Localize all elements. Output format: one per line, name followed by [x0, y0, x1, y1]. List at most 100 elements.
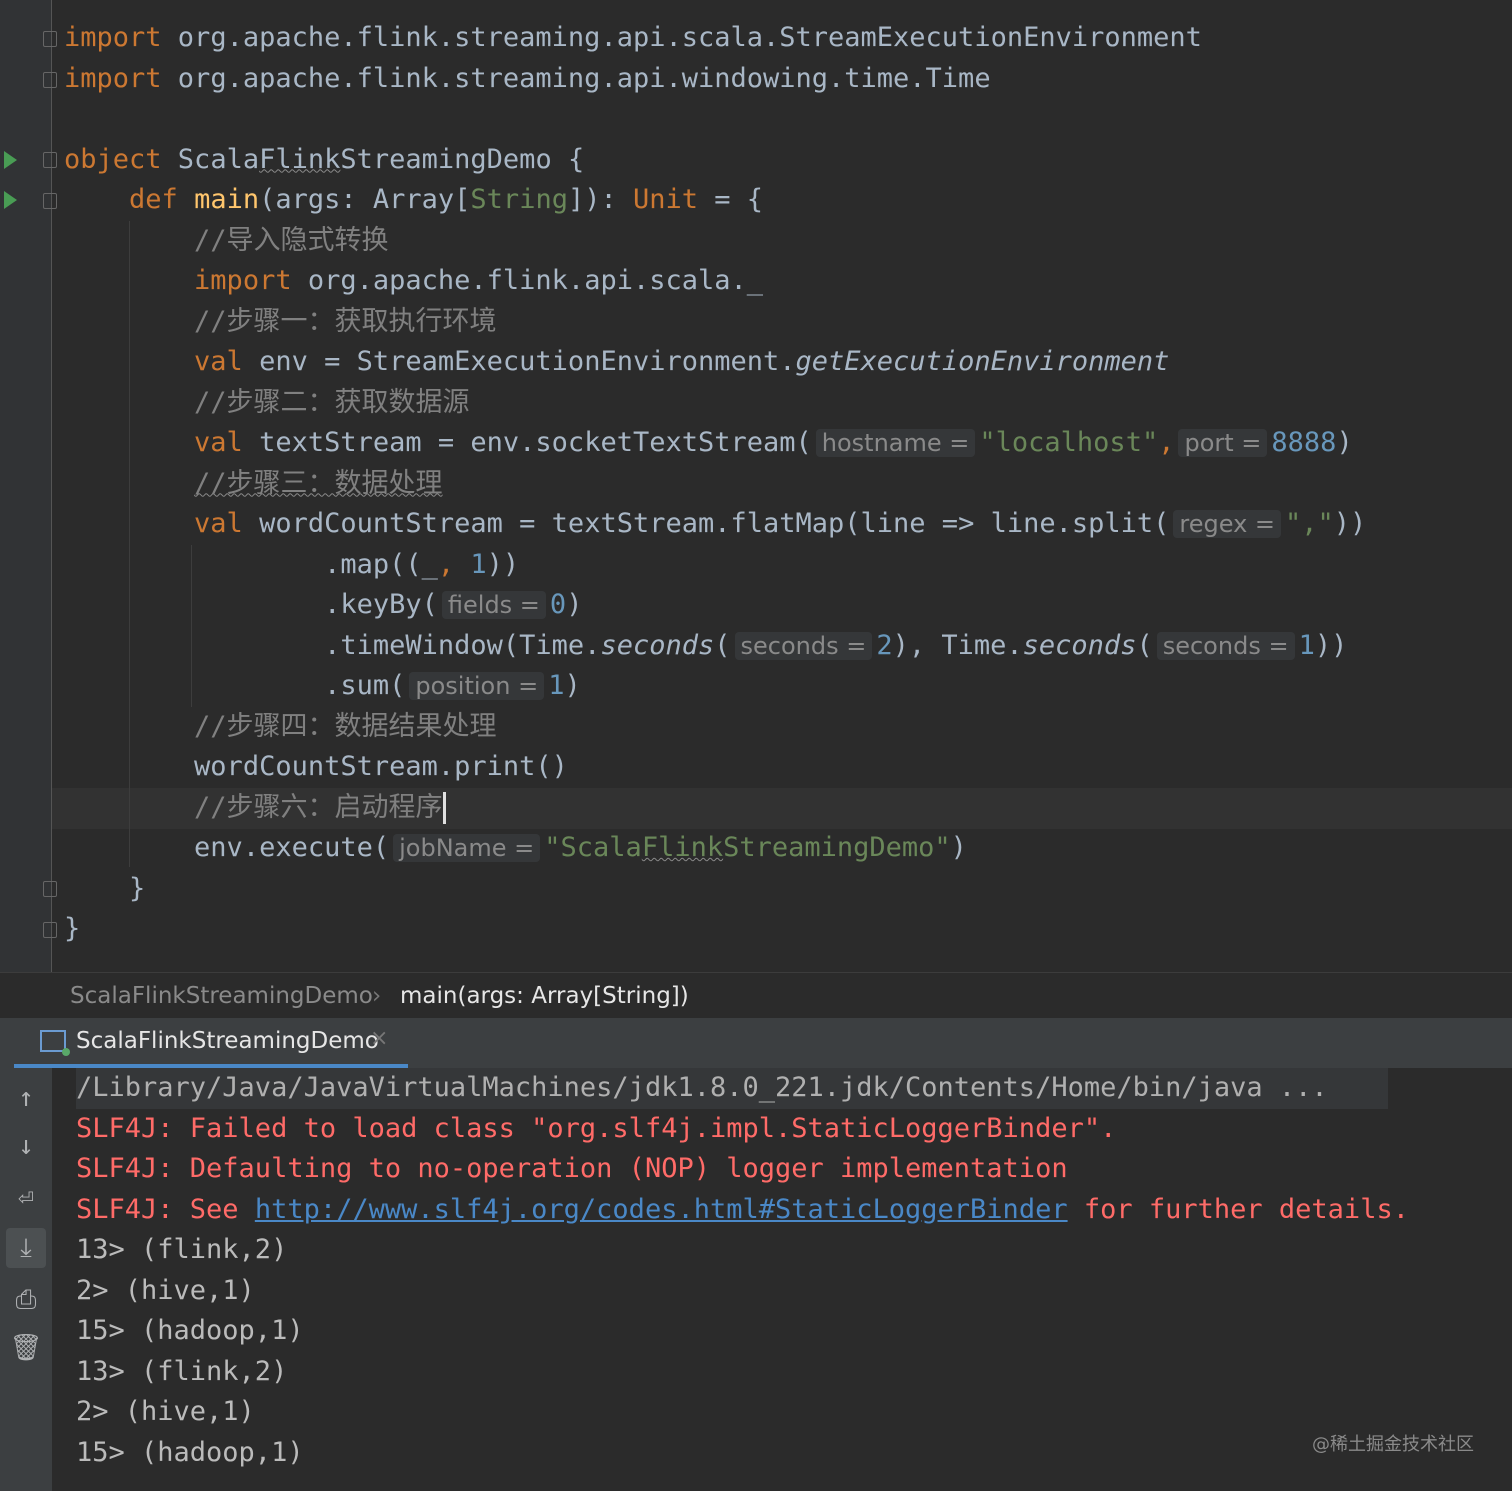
- code-line: import org.apache.flink.api.scala._: [64, 261, 1366, 302]
- code-line: //步骤一：获取执行环境: [64, 302, 1366, 343]
- number-literal: 8888: [1271, 427, 1337, 458]
- number-literal: 0: [549, 589, 567, 620]
- code-text: ): [950, 832, 967, 863]
- code-text: }: [129, 872, 146, 904]
- print-icon[interactable]: ⎙: [6, 1280, 46, 1320]
- code-text: ): [564, 670, 581, 701]
- console-error-line: SLF4J: See http://www.slf4j.org/codes.ht…: [76, 1190, 1409, 1231]
- code-text: ), Time.: [892, 629, 1023, 661]
- code-line: //步骤三：数据处理: [64, 464, 1366, 505]
- parameter-hint: regex =: [1173, 510, 1282, 538]
- code-text: (args: Array[: [259, 184, 471, 215]
- code-text: org.apache.flink.streaming.api.windowing…: [161, 62, 991, 94]
- up-arrow-icon[interactable]: ↑: [6, 1078, 46, 1118]
- comment: //步骤四：数据结果处理: [194, 710, 497, 742]
- fold-icon[interactable]: [43, 881, 57, 897]
- console-command-line[interactable]: /Library/Java/JavaVirtualMachines/jdk1.8…: [76, 1068, 1388, 1109]
- console-text: for further details.: [1067, 1193, 1409, 1225]
- console-text: SLF4J: See: [76, 1193, 255, 1225]
- breadcrumb-object[interactable]: ScalaFlinkStreamingDemo: [70, 973, 373, 1019]
- spellcheck-word: Flink: [641, 832, 724, 863]
- method-name: seconds: [1022, 629, 1137, 661]
- soft-wrap-icon[interactable]: ⏎: [6, 1178, 46, 1218]
- keyword: def: [129, 184, 178, 215]
- fold-icon[interactable]: [43, 193, 57, 209]
- code-line: .timeWindow(Time.seconds(seconds = 2), Ti…: [64, 626, 1366, 667]
- fold-icon[interactable]: [43, 152, 57, 168]
- string-literal: StreamingDemo": [723, 832, 951, 863]
- fold-icon[interactable]: [43, 922, 57, 938]
- fold-icon[interactable]: [43, 31, 57, 47]
- code-line: .map((_, 1)): [64, 545, 1366, 586]
- number-literal: 1: [470, 548, 487, 580]
- code-text: ): [566, 589, 583, 620]
- code-text: StreamingDemo: [340, 143, 552, 175]
- spellcheck-word: Flink: [259, 143, 341, 175]
- comment: //步骤三：数据处理: [194, 467, 443, 499]
- keyword: import: [64, 62, 162, 94]
- code-text: wordCountStream = textStream.flatMap(lin…: [242, 508, 1170, 539]
- code-text: .keyBy(: [324, 589, 438, 620]
- code-text: (: [1136, 629, 1153, 661]
- fold-icon[interactable]: [43, 72, 57, 88]
- close-icon[interactable]: ×: [370, 1026, 388, 1051]
- keyword: import: [194, 265, 292, 296]
- comma: ,: [437, 548, 471, 580]
- console-error-line: SLF4J: Defaulting to no-operation (NOP) …: [76, 1153, 1068, 1184]
- code-line: .keyBy(fields = 0): [64, 585, 1366, 626]
- string-literal: "localhost": [979, 427, 1159, 458]
- code-line: import org.apache.flink.streaming.api.sc…: [64, 18, 1366, 59]
- down-arrow-icon[interactable]: ↓: [6, 1126, 46, 1166]
- parameter-hint: port =: [1178, 429, 1268, 457]
- code-line: }: [64, 909, 1366, 950]
- string-literal: ",": [1285, 508, 1334, 539]
- run-main-icon[interactable]: [4, 191, 17, 209]
- code-text: env = StreamExecutionEnvironment.: [242, 346, 796, 377]
- code-line: }: [64, 869, 1366, 910]
- parameter-hint: hostname =: [815, 429, 976, 457]
- comment: //步骤二：获取数据源: [194, 386, 470, 418]
- code-line: object ScalaFlinkStreamingDemo {: [64, 140, 1366, 181]
- string-literal: "Scala: [544, 832, 642, 863]
- editor-gutter[interactable]: [0, 0, 52, 972]
- number-literal: 2: [876, 629, 893, 661]
- keyword: val: [194, 346, 243, 377]
- code-text: .map((_: [324, 548, 438, 580]
- run-console-icon: [40, 1030, 70, 1056]
- breadcrumb-method[interactable]: main(args: Array[String]): [400, 973, 689, 1019]
- code-line: wordCountStream.print(): [64, 747, 1366, 788]
- console-link[interactable]: http://www.slf4j.org/codes.html#StaticLo…: [255, 1194, 1068, 1225]
- code-editor[interactable]: import org.apache.flink.streaming.api.sc…: [0, 0, 1512, 972]
- console-text[interactable]: /Library/Java/JavaVirtualMachines/jdk1.8…: [76, 1068, 1409, 1473]
- breadcrumb: ScalaFlinkStreamingDemo › main(args: Arr…: [0, 972, 1512, 1019]
- parameter-hint: seconds =: [1156, 631, 1295, 660]
- trash-icon[interactable]: 🗑: [6, 1328, 46, 1368]
- console-output-line: 13> (flink,2): [76, 1234, 288, 1265]
- parameter-hint: position =: [409, 672, 545, 700]
- code-line: //步骤四：数据结果处理: [64, 707, 1366, 748]
- parameter-hint: jobName =: [393, 834, 541, 862]
- run-object-icon[interactable]: [4, 151, 17, 169]
- console-output-line: 15> (hadoop,1): [76, 1315, 304, 1346]
- scroll-to-end-icon[interactable]: ⤓: [6, 1228, 46, 1268]
- comment: //导入隐式转换: [194, 224, 389, 256]
- code-text: }: [64, 913, 81, 944]
- code-text: (: [714, 629, 731, 661]
- console-output-line: 13> (flink,2): [76, 1355, 288, 1387]
- code-line: //步骤二：获取数据源: [64, 383, 1366, 424]
- console-output-line: 15> (hadoop,1): [76, 1436, 304, 1468]
- type-name: String: [470, 184, 568, 215]
- run-tab[interactable]: ScalaFlinkStreamingDemo ×: [14, 1018, 408, 1068]
- code-lines[interactable]: import org.apache.flink.streaming.api.sc…: [64, 18, 1366, 950]
- breadcrumb-separator: ›: [372, 983, 382, 1009]
- code-text: )): [1314, 629, 1348, 661]
